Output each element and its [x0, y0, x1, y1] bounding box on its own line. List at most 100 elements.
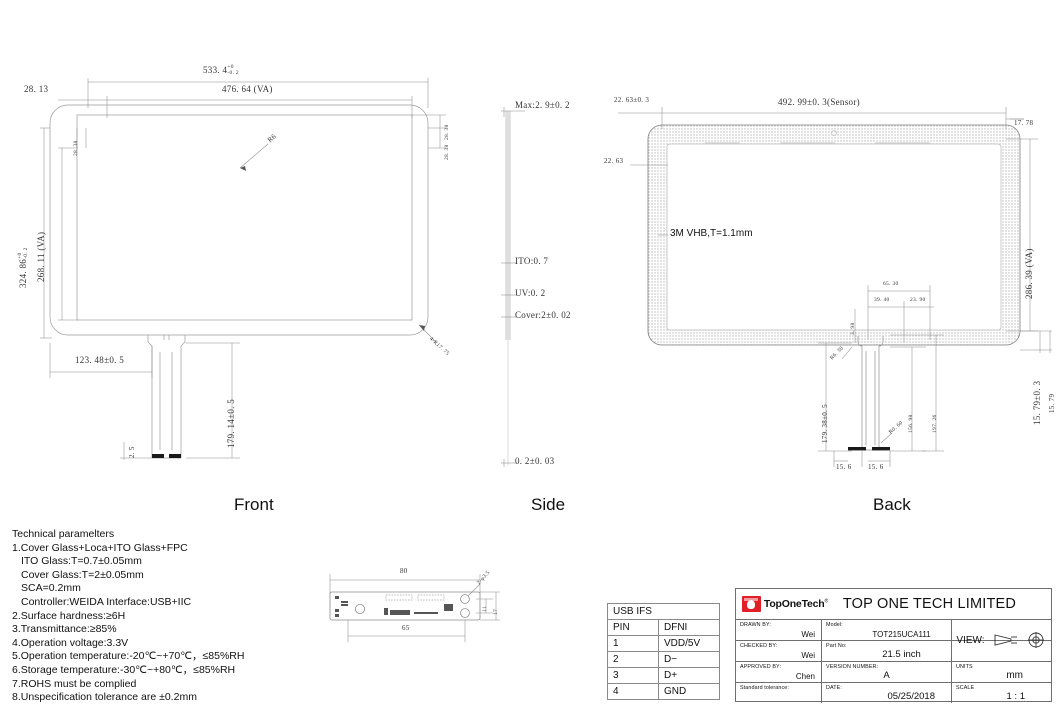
version-cell: VERSION NUMBER: A [822, 662, 952, 682]
title-block-header: TopOneTech® TOP ONE TECH LIMITED [736, 589, 1051, 620]
checked-by-value: Wei [801, 651, 815, 660]
dim-back-bottom-right-tol: 15. 79±0. 3 [1032, 380, 1042, 425]
tech-params-line-10: 7.ROHS must be complied [12, 677, 137, 690]
dim-back-detail-c: 23. 90 [910, 297, 926, 303]
title-block-row-2: CHECKED BY: Wei Part No: 21.5 inch [736, 641, 1051, 662]
logo-mark-icon [742, 596, 761, 612]
dim-back-fpc-outer: 197. 26 [932, 414, 938, 433]
dim-side-ito: ITO:0. 7 [515, 256, 549, 266]
dim-pcb-board-height: 17 [493, 608, 499, 615]
dim-back-sensor-width: 492. 99±0. 3(Sensor) [778, 97, 860, 107]
dim-back-fpc-left: 15. 6 [836, 463, 852, 471]
units-label: UNITS [956, 664, 973, 670]
part-no-label: Part No: [826, 643, 847, 649]
dim-front-fpc-width: 2. 5 [128, 446, 136, 458]
drawn-by-value: Wei [801, 630, 815, 639]
dim-front-top-border: 28. 38 [444, 124, 450, 140]
units-value: mm [1006, 670, 1023, 681]
dim-back-fpc-right: 15. 6 [868, 463, 884, 471]
model-cell: Model: TOT215UCA111 [822, 620, 952, 640]
dim-side-cover: Cover:2±0. 02 [515, 310, 571, 320]
drawn-by-label: DRAWN BY: [740, 622, 771, 628]
dim-pcb-hole-height: 11 [482, 606, 488, 612]
title-block: TopOneTech® TOP ONE TECH LIMITED DRAWN B… [735, 588, 1052, 703]
dim-back-detail-b: 39. 40 [874, 297, 890, 303]
usb-signal: GND [658, 683, 720, 700]
approved-by-label: APPROVED BY: [740, 664, 782, 670]
table-row: 1 VDD/5V [607, 635, 720, 652]
company-logo: TopOneTech® [736, 596, 828, 612]
tech-params-line-11: 8.Unspecification tolerance are ±0.2mm [12, 691, 197, 704]
usb-col-pin: PIN [607, 619, 659, 636]
dim-back-left-margin: 22. 63±0. 3 [614, 96, 650, 104]
dim-back-left-inner: 22. 63 [604, 157, 624, 165]
usb-col-signal: DFNI [658, 619, 720, 636]
tech-params-line-4: Controller:WEIDA Interface:USB+IIC [21, 595, 192, 608]
view-label-back: Back [873, 495, 911, 514]
tech-params-line-3: SCA=0.2mm [21, 582, 81, 595]
part-no-value: 21.5 inch [882, 649, 921, 660]
model-value: TOT215UCA111 [872, 630, 931, 639]
dim-front-fpc-length: 179. 14±0. 5 [226, 398, 236, 448]
tech-params-line-5: 2.Surface hardness:≥6H [12, 609, 126, 622]
tech-params-title: Technical paramelters [12, 528, 115, 540]
view-label-side: Side [531, 495, 566, 514]
dim-side-total-thickness: Max:2. 9±0. 2 [515, 100, 570, 110]
dim-side-uv: UV:0. 2 [515, 288, 546, 298]
dim-front-overall-height: 324. 86 +0 -0. 2 [17, 247, 29, 288]
date-value: 05/25/2018 [887, 691, 935, 702]
dim-front-left-border: 28. 13 [24, 84, 49, 94]
view-spacer-cell [952, 641, 1049, 661]
dim-back-detail-d: 3. 98 [850, 322, 856, 336]
tech-params-line-8: 5.Operation temperature:-20℃~+70℃，≤85%RH [12, 650, 245, 663]
tech-params-line-6: 3.Transmittance:≥85% [12, 623, 117, 636]
dim-front-top-border-2: 28. 38 [444, 144, 450, 160]
table-row: 2 D− [607, 651, 720, 668]
title-block-row-3: APPROVED BY: Chen VERSION NUMBER: A UNIT… [736, 662, 1051, 683]
dim-front-active-height: 268. 11 (VA) [36, 231, 46, 282]
dim-pcb-width: 80 [400, 567, 408, 575]
std-tolerance-cell: Standard tolerance: [736, 683, 822, 703]
dim-front-fpc-offset: 123. 48±0. 5 [75, 355, 125, 365]
units-cell: UNITS mm [952, 662, 1049, 682]
dim-front-overall-width: 533. 4 +0 -0. 2 [203, 64, 239, 76]
tech-params-line-0: 1.Cover Glass+Loca+ITO Glass+FPC [12, 541, 188, 554]
logo-wordmark: TopOneTech® [763, 598, 828, 610]
title-block-row-4: Standard tolerance: DATE: 05/25/2018 SCA… [736, 683, 1051, 703]
checked-by-label: CHECKED BY: [740, 643, 778, 649]
technical-parameters: Technical paramelters 1.Cover Glass+Loca… [12, 528, 332, 705]
dim-back-right-top: 17. 78 [1014, 119, 1034, 127]
date-label: DATE: [826, 685, 842, 691]
tech-params-line-7: 4.Operation voltage:3.3V [12, 636, 129, 649]
date-cell: DATE: 05/25/2018 [822, 683, 952, 703]
usb-table-title: USB IFS [607, 603, 720, 620]
annotation-adhesive: 3M VHB,T=1.1mm [670, 228, 753, 239]
usb-signal: VDD/5V [658, 635, 720, 652]
approved-by-value: Chen [795, 672, 815, 681]
back-view: 22. 63±0. 3 492. 99±0. 3(Sensor) 17. 78 … [600, 95, 1060, 490]
usb-table-title-row: USB IFS [607, 603, 720, 620]
version-value: A [883, 670, 890, 681]
usb-signal: D+ [658, 667, 720, 684]
dim-side-fpc-thickness: 0. 2±0. 03 [515, 456, 555, 466]
usb-signal: D− [658, 651, 720, 668]
scale-label: SCALE [956, 685, 975, 691]
scale-value: 1 : 1 [1006, 691, 1026, 702]
dim-back-detail-a: 65. 30 [883, 281, 899, 287]
approved-by-cell: APPROVED BY: Chen [736, 662, 822, 682]
dim-front-active-width: 476. 64 (VA) [222, 84, 273, 94]
dim-back-fpc-length: 179. 38±0. 5 [821, 404, 829, 443]
tech-params-line-2: Cover Glass:T=2±0.05mm [21, 568, 144, 581]
dim-back-bottom-right: 15. 79 [1048, 393, 1056, 413]
view-label-front: Front [234, 495, 274, 514]
tech-params-line-9: 6.Storage temperature:-30℃~+80℃，≤85%RH [12, 663, 236, 676]
front-view: 533. 4 +0 -0. 2 476. 64 (VA) 28. 13 324.… [0, 60, 480, 490]
dim-front-left-inner: 28. 38 [73, 140, 79, 156]
usb-pin: 4 [607, 683, 659, 700]
usb-pin: 2 [607, 651, 659, 668]
company-name: TOP ONE TECH LIMITED [842, 596, 1017, 612]
usb-pin: 3 [607, 667, 659, 684]
title-block-row-1: DRAWN BY: Wei Model: TOT215UCA111 VIEW: [736, 620, 1051, 648]
checked-by-cell: CHECKED BY: Wei [736, 641, 822, 661]
dim-back-fpc-inner: 156. 98 [908, 414, 914, 433]
